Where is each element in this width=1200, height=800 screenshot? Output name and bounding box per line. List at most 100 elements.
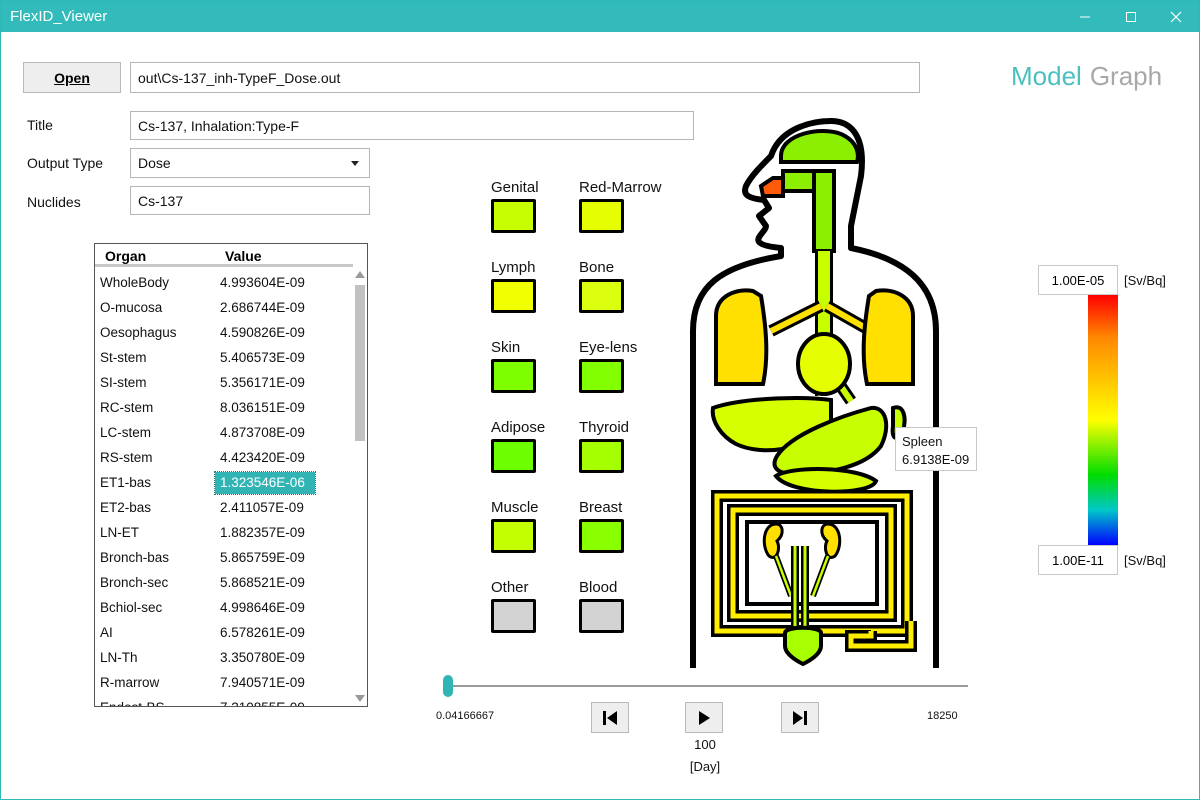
title-field[interactable]: Cs-137, Inhalation:Type-F bbox=[130, 111, 694, 140]
organ-adipose[interactable]: Adipose bbox=[491, 419, 591, 489]
open-button[interactable]: Open bbox=[23, 62, 121, 93]
brain-shape[interactable] bbox=[779, 129, 860, 164]
table-row[interactable]: Oesophagus 4.590826E-09 bbox=[95, 320, 353, 345]
maximize-icon bbox=[1126, 11, 1136, 22]
table-row[interactable]: R-marrow 7.940571E-09 bbox=[95, 670, 353, 695]
play-button[interactable] bbox=[685, 702, 723, 733]
organ-name-cell: Bronch-bas bbox=[100, 550, 170, 565]
organ-lymph[interactable]: Lymph bbox=[491, 259, 591, 329]
organ-swatch bbox=[491, 519, 536, 553]
organ-table[interactable]: Organ Value WholeBody 4.993604E-09 O-mucos… bbox=[94, 243, 368, 707]
organ-value-cell[interactable]: 5.865759E-09 bbox=[215, 547, 315, 569]
organ-value-cell[interactable]: 6.578261E-09 bbox=[215, 622, 315, 644]
table-row[interactable]: Endost-BS 7.210855E-09 bbox=[95, 695, 353, 706]
organ-value-cell[interactable]: 5.356171E-09 bbox=[215, 372, 315, 394]
colorbar-min-field[interactable]: 1.00E-11 bbox=[1038, 545, 1118, 575]
organ-name-cell: Bronch-sec bbox=[100, 575, 169, 590]
organ-genital[interactable]: Genital bbox=[491, 179, 591, 249]
heart-shape[interactable] bbox=[796, 332, 852, 396]
left-lung[interactable] bbox=[714, 288, 769, 386]
column-header-value[interactable]: Value bbox=[225, 248, 262, 264]
table-row[interactable]: Bronch-sec 5.868521E-09 bbox=[95, 570, 353, 595]
title-label: Title bbox=[27, 117, 53, 133]
tab-graph[interactable]: Graph bbox=[1090, 61, 1162, 91]
organ-name-cell: LN-ET bbox=[100, 525, 140, 540]
body-diagram bbox=[690, 118, 939, 668]
time-slider-track[interactable] bbox=[447, 685, 968, 687]
skip-end-button[interactable] bbox=[781, 702, 819, 733]
table-row[interactable]: RS-stem 4.423420E-09 bbox=[95, 445, 353, 470]
colorbar-max-field[interactable]: 1.00E-05 bbox=[1038, 265, 1118, 295]
organ-thyroid[interactable]: Thyroid bbox=[579, 419, 679, 489]
organ-eye-lens[interactable]: Eye-lens bbox=[579, 339, 679, 409]
organ-name-cell: RS-stem bbox=[100, 450, 153, 465]
table-row[interactable]: ET1-bas 1.323546E-06 bbox=[95, 470, 353, 495]
organ-blood[interactable]: Blood bbox=[579, 579, 679, 649]
app-window: FlexID_Viewer Open out\Cs-137_inh-TypeF_… bbox=[0, 0, 1200, 800]
tab-model[interactable]: Model bbox=[1011, 61, 1082, 91]
bladder-shape[interactable] bbox=[783, 625, 823, 667]
table-row[interactable]: SI-stem 5.356171E-09 bbox=[95, 370, 353, 395]
table-row[interactable]: ET2-bas 2.411057E-09 bbox=[95, 495, 353, 520]
organ-skin[interactable]: Skin bbox=[491, 339, 591, 409]
time-slider-thumb[interactable] bbox=[443, 675, 453, 697]
table-row[interactable]: St-stem 5.406573E-09 bbox=[95, 345, 353, 370]
organ-muscle[interactable]: Muscle bbox=[491, 499, 591, 569]
throat-shape[interactable] bbox=[812, 169, 836, 253]
minimize-button[interactable] bbox=[1062, 1, 1108, 32]
table-scrollbar[interactable] bbox=[353, 267, 367, 706]
table-row[interactable]: RC-stem 8.036151E-09 bbox=[95, 395, 353, 420]
table-row[interactable]: WholeBody 4.993604E-09 bbox=[95, 270, 353, 295]
maximize-button[interactable] bbox=[1108, 1, 1154, 32]
colorbar bbox=[1088, 295, 1118, 545]
organ-value-cell[interactable]: 2.686744E-09 bbox=[215, 297, 315, 319]
output-type-label: Output Type bbox=[27, 155, 104, 171]
organ-label: Skin bbox=[491, 339, 521, 356]
organ-value-cell[interactable]: 1.882357E-09 bbox=[215, 522, 315, 544]
organ-value-cell[interactable]: 1.323546E-06 bbox=[214, 471, 316, 495]
skip-start-button[interactable] bbox=[591, 702, 629, 733]
organ-value-cell[interactable]: 4.998646E-09 bbox=[215, 597, 315, 619]
scroll-thumb[interactable] bbox=[355, 285, 365, 441]
organ-value-cell[interactable]: 4.423420E-09 bbox=[215, 447, 315, 469]
nose-region[interactable] bbox=[758, 176, 785, 198]
close-button[interactable] bbox=[1153, 1, 1199, 32]
organ-swatch bbox=[491, 439, 536, 473]
table-row[interactable]: AI 6.578261E-09 bbox=[95, 620, 353, 645]
organ-other[interactable]: Other bbox=[491, 579, 591, 649]
organ-name-cell: Endost-BS bbox=[100, 700, 165, 706]
organ-bone[interactable]: Bone bbox=[579, 259, 679, 329]
organ-label: Blood bbox=[579, 579, 618, 596]
nuclides-field[interactable]: Cs-137 bbox=[130, 186, 370, 215]
skip-start-icon bbox=[603, 710, 617, 725]
organ-value-cell[interactable]: 2.411057E-09 bbox=[215, 497, 315, 519]
table-row[interactable]: O-mucosa 2.686744E-09 bbox=[95, 295, 353, 320]
file-path-field[interactable]: out\Cs-137_inh-TypeF_Dose.out bbox=[130, 62, 920, 93]
colorbar-min-unit: [Sv/Bq] bbox=[1124, 553, 1166, 568]
organ-value-cell[interactable]: 7.210855E-09 bbox=[215, 697, 315, 706]
output-type-select[interactable]: Dose bbox=[130, 148, 370, 178]
organ-value-cell[interactable]: 5.868521E-09 bbox=[215, 572, 315, 594]
organ-value-cell[interactable]: 4.873708E-09 bbox=[215, 422, 315, 444]
table-row[interactable]: LC-stem 4.873708E-09 bbox=[95, 420, 353, 445]
organ-value-cell[interactable]: 3.350780E-09 bbox=[215, 647, 315, 669]
table-row[interactable]: Bronch-bas 5.865759E-09 bbox=[95, 545, 353, 570]
organ-value-cell[interactable]: 4.590826E-09 bbox=[215, 322, 315, 344]
organ-value-cell[interactable]: 8.036151E-09 bbox=[215, 397, 315, 419]
organ-value-cell[interactable]: 5.406573E-09 bbox=[215, 347, 315, 369]
scroll-up-icon[interactable] bbox=[355, 271, 365, 278]
table-row[interactable]: LN-Th 3.350780E-09 bbox=[95, 645, 353, 670]
organ-value-cell[interactable]: 7.940571E-09 bbox=[215, 672, 315, 694]
right-lung[interactable] bbox=[861, 288, 915, 386]
organ-label: Other bbox=[491, 579, 529, 596]
table-row[interactable]: LN-ET 1.882357E-09 bbox=[95, 520, 353, 545]
scroll-down-icon[interactable] bbox=[355, 695, 365, 702]
time-unit-label: [Day] bbox=[689, 759, 721, 774]
table-row[interactable]: Bchiol-sec 4.998646E-09 bbox=[95, 595, 353, 620]
organ-red-marrow[interactable]: Red-Marrow bbox=[579, 179, 679, 249]
column-header-organ[interactable]: Organ bbox=[105, 248, 146, 264]
tooltip-organ-value: 6.9138E-09 bbox=[902, 452, 970, 467]
organ-value-cell[interactable]: 4.993604E-09 bbox=[215, 272, 315, 294]
organ-breast[interactable]: Breast bbox=[579, 499, 679, 569]
pancreas-shape[interactable] bbox=[773, 467, 879, 494]
